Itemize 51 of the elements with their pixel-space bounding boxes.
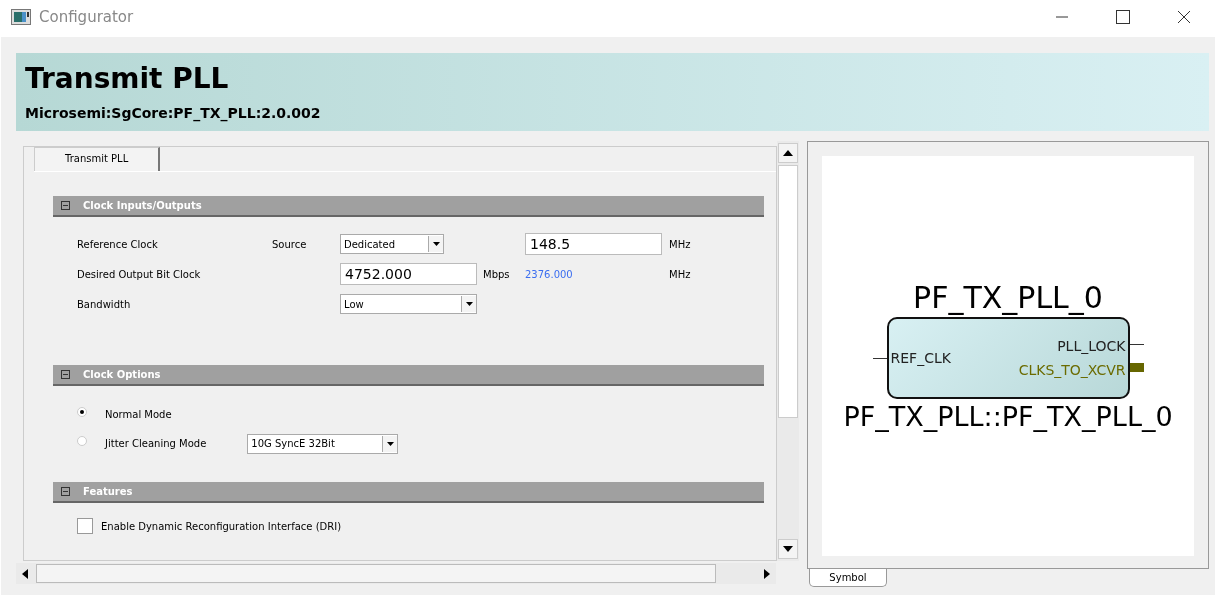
- core-title: Transmit PLL: [25, 63, 230, 95]
- checkbox-label: Enable Dynamic Reconfiguration Interface (DRI): [101, 520, 342, 532]
- unit-label: MHz: [668, 268, 692, 280]
- bus-pin: [1129, 363, 1144, 372]
- horizontal-scrollbar[interactable]: [16, 563, 776, 584]
- scroll-up-icon[interactable]: [778, 143, 798, 163]
- component-type-name: PF_TX_PLL::PF_TX_PLL_0: [843, 401, 1173, 432]
- component-block[interactable]: REF_CLK PLL_LOCK CLKS_TO_XCVR: [886, 317, 1130, 399]
- vertical-scrollbar[interactable]: [777, 141, 799, 561]
- scroll-thumb[interactable]: [778, 165, 798, 418]
- port-label: PLL_LOCK: [1057, 338, 1126, 354]
- input-field[interactable]: 148.5: [525, 233, 662, 255]
- port-label: CLKS_TO_XCVR: [1018, 362, 1126, 378]
- collapse-icon[interactable]: [61, 370, 70, 379]
- scroll-down-icon[interactable]: [778, 539, 798, 559]
- checkbox[interactable]: [77, 518, 93, 534]
- radio-button[interactable]: [77, 435, 87, 446]
- unit-label: Mbps: [482, 268, 511, 280]
- radio-label: Jitter Cleaning Mode: [105, 438, 207, 449]
- radio-button[interactable]: [77, 406, 87, 417]
- caret-icon: [386, 441, 394, 446]
- field-label: Desired Output Bit Clock: [77, 268, 202, 280]
- core-identifier: Microsemi:SgCore:PF_TX_PLL:2.0.002: [25, 105, 322, 121]
- maximize-icon[interactable]: [1116, 10, 1130, 24]
- port-label: REF_CLK: [890, 350, 951, 366]
- pin-line: [872, 357, 887, 359]
- instance-name: PF_TX_PLL_0: [913, 280, 1103, 315]
- dropdown[interactable]: Dedicated: [340, 234, 444, 254]
- collapse-icon[interactable]: [61, 487, 70, 496]
- close-icon[interactable]: [1177, 10, 1191, 24]
- app-icon: [11, 9, 31, 25]
- tab[interactable]: Transmit PLL: [34, 147, 161, 171]
- field-label: Reference Clock: [77, 238, 159, 250]
- caret-icon: [432, 242, 440, 246]
- input-field[interactable]: 4752.000: [340, 263, 477, 285]
- caret-icon: [465, 302, 473, 306]
- field-label: Source: [272, 238, 308, 250]
- window-title: Configurator: [39, 8, 134, 26]
- scroll-thumb[interactable]: [36, 564, 716, 583]
- section-title: Features: [83, 486, 133, 497]
- dropdown[interactable]: 10G SyncE 32Bit: [247, 433, 399, 454]
- section-title: Clock Inputs/Outputs: [83, 200, 202, 211]
- unit-label: MHz: [668, 238, 692, 250]
- dropdown[interactable]: Low: [340, 294, 477, 314]
- pin-line: [1129, 344, 1144, 345]
- field-label: Bandwidth: [77, 298, 132, 310]
- tab[interactable]: Symbol: [809, 569, 887, 587]
- computed-value: 2376.000: [525, 268, 574, 280]
- collapse-icon[interactable]: [61, 201, 70, 210]
- section-title: Clock Options: [83, 369, 161, 380]
- radio-label: Normal Mode: [105, 409, 172, 420]
